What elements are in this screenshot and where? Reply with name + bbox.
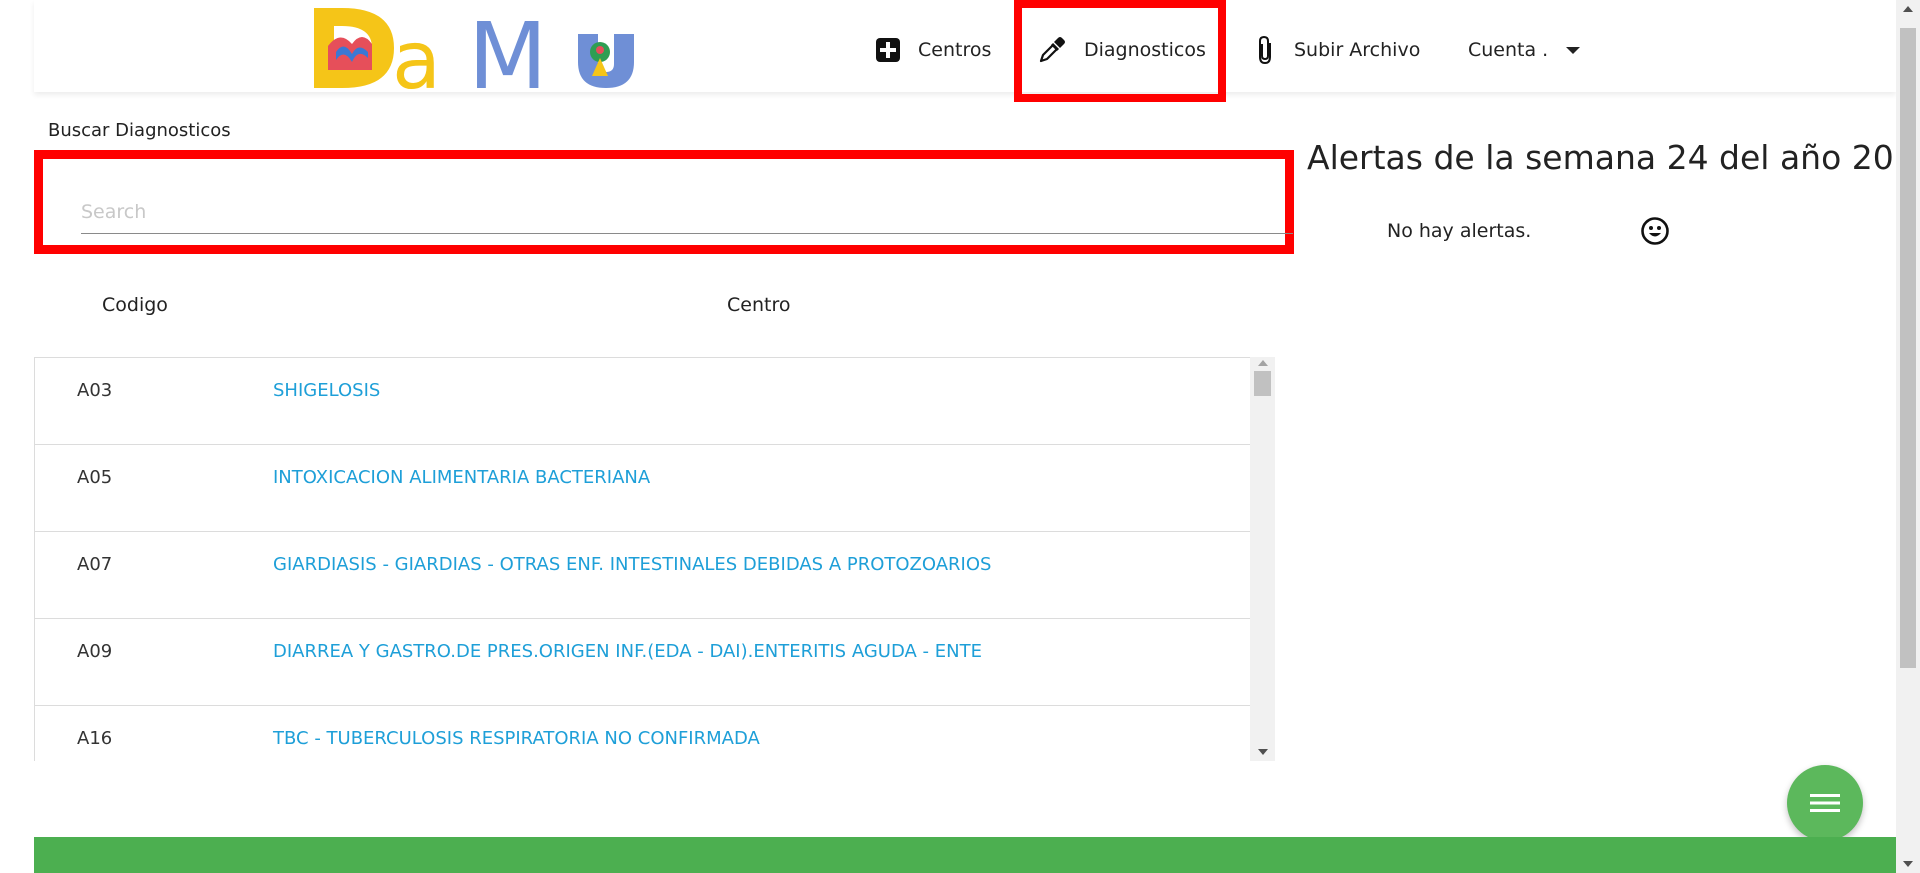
alerts-empty-message: No hay alertas. (1387, 220, 1532, 242)
row-code: A07 (77, 554, 113, 575)
page-scroll-thumb[interactable] (1900, 28, 1916, 668)
page-scroll-up-icon[interactable] (1903, 6, 1913, 12)
row-code: A05 (77, 467, 113, 488)
fab-menu-button[interactable] (1787, 765, 1863, 841)
row-name-link[interactable]: SHIGELOSIS (273, 380, 380, 401)
nav-diagnosticos-label: Diagnosticos (1084, 39, 1206, 61)
hospital-plus-icon (876, 38, 900, 62)
row-code: A09 (77, 641, 113, 662)
search-input[interactable] (81, 191, 1293, 234)
top-navbar: a M Centros Diagnosticos Subir Archivo C… (34, 0, 1896, 94)
table-scrollbar[interactable] (1250, 357, 1275, 761)
footer-bar (34, 837, 1896, 873)
diagnosticos-table: A03 SHIGELOSIS A05 INTOXICACION ALIMENTA… (34, 357, 1250, 761)
column-header-centro[interactable]: Centro (727, 294, 790, 316)
row-name-link[interactable]: TBC - TUBERCULOSIS RESPIRATORIA NO CONFI… (273, 728, 760, 749)
smiley-icon (1641, 217, 1669, 245)
table-row[interactable]: A07 GIARDIASIS - GIARDIAS - OTRAS ENF. I… (35, 532, 1250, 619)
caret-down-icon (1566, 46, 1581, 54)
row-code: A03 (77, 380, 113, 401)
nav-centros[interactable]: Centros (876, 32, 991, 68)
page-scrollbar[interactable] (1896, 0, 1920, 873)
row-name-link[interactable]: DIARREA Y GASTRO.DE PRES.ORIGEN INF.(EDA… (273, 641, 982, 662)
page-scroll-down-icon[interactable] (1903, 861, 1913, 867)
table-row[interactable]: A03 SHIGELOSIS (35, 358, 1250, 445)
eyedropper-icon (1038, 36, 1066, 64)
search-label: Buscar Diagnosticos (48, 120, 231, 141)
row-code: A16 (77, 728, 113, 749)
scroll-down-arrow-icon[interactable] (1258, 749, 1268, 755)
nav-diagnosticos[interactable]: Diagnosticos (1038, 32, 1206, 68)
nav-subir-label: Subir Archivo (1294, 39, 1421, 61)
table-row[interactable]: A05 INTOXICACION ALIMENTARIA BACTERIANA (35, 445, 1250, 532)
svg-text:a: a (392, 14, 441, 94)
nav-cuenta-dropdown[interactable]: Cuenta . (1468, 32, 1581, 68)
row-name-link[interactable]: INTOXICACION ALIMENTARIA BACTERIANA (273, 467, 650, 488)
menu-icon (1810, 794, 1840, 812)
app-root: a M Centros Diagnosticos Subir Archivo C… (34, 0, 1920, 873)
nav-cuenta-label: Cuenta . (1468, 39, 1549, 61)
paperclip-icon (1256, 35, 1276, 65)
alerts-title: Alertas de la semana 24 del año 2021 (1307, 138, 1920, 177)
nav-subir-archivo[interactable]: Subir Archivo (1256, 32, 1420, 68)
table-row[interactable]: A16 TBC - TUBERCULOSIS RESPIRATORIA NO C… (35, 706, 1250, 761)
column-header-codigo[interactable]: Codigo (102, 294, 168, 316)
table-scroll-thumb[interactable] (1254, 371, 1271, 396)
nav-centros-label: Centros (918, 39, 992, 61)
scroll-up-arrow-icon[interactable] (1258, 360, 1268, 366)
table-row[interactable]: A09 DIARREA Y GASTRO.DE PRES.ORIGEN INF.… (35, 619, 1250, 706)
row-name-link[interactable]: GIARDIASIS - GIARDIAS - OTRAS ENF. INTES… (273, 554, 991, 575)
damu-logo[interactable]: a M (308, 0, 656, 94)
search-highlight-box (34, 150, 1294, 254)
svg-text:M: M (468, 3, 547, 94)
